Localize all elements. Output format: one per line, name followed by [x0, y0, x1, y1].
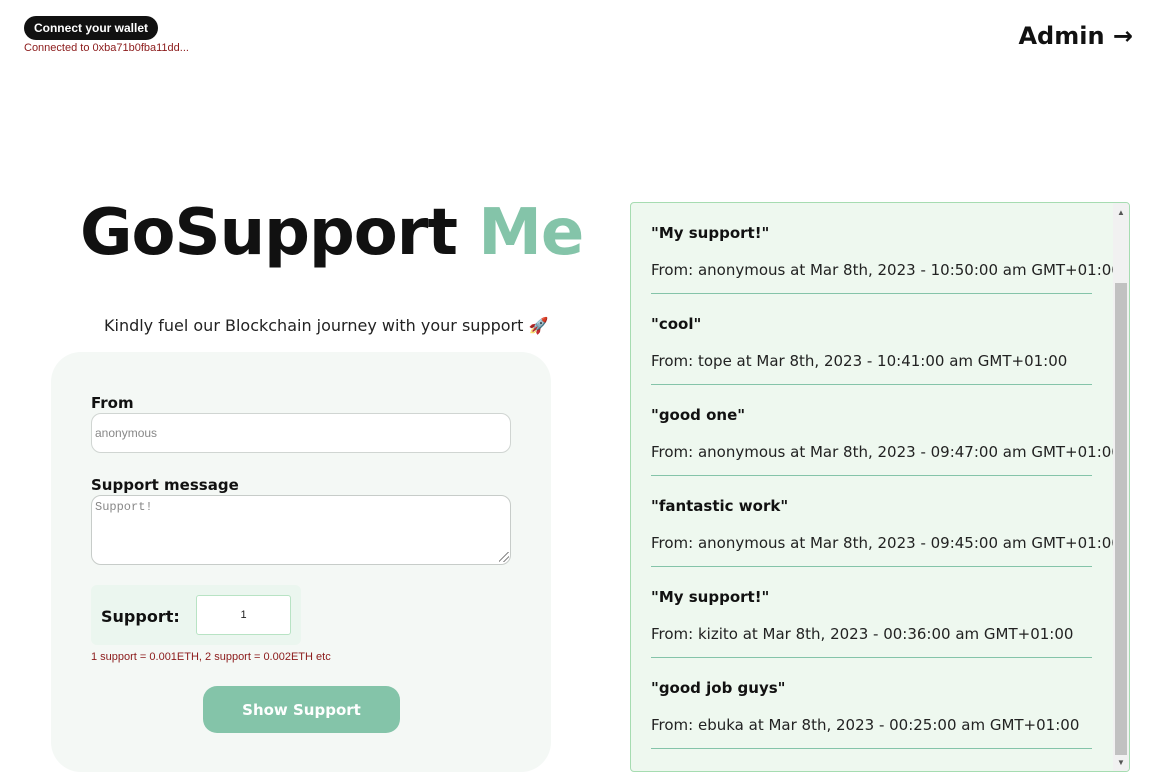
- feed-message: "My support!": [651, 588, 770, 606]
- admin-link[interactable]: Admin →: [1018, 22, 1133, 50]
- feed-item: "My support!" From: anonymous at Mar 8th…: [651, 203, 1121, 294]
- feed-sender: From: anonymous at Mar 8th, 2023 - 10:50…: [651, 261, 1121, 279]
- connect-wallet-button[interactable]: Connect your wallet: [24, 16, 158, 40]
- feed-item: "fantastic work" From: anonymous at Mar …: [651, 476, 1121, 567]
- connection-status: Connected to 0xba71b0fba11dd...: [24, 42, 189, 54]
- feed-item: "good one" From: anonymous at Mar 8th, 2…: [651, 385, 1121, 476]
- feed-message: "good job guys": [651, 679, 786, 697]
- support-amount-input[interactable]: [196, 595, 291, 635]
- scroll-up-icon[interactable]: ▲: [1113, 205, 1129, 219]
- support-form: From Support message Support: 1 support …: [51, 352, 551, 772]
- message-label: Support message: [91, 476, 239, 494]
- title-main: GoSupport: [80, 196, 458, 270]
- show-support-button[interactable]: Show Support: [203, 686, 400, 733]
- feed-message: "fantastic work": [651, 497, 789, 515]
- scroll-down-icon[interactable]: ▼: [1113, 755, 1129, 769]
- support-amount-box: Support:: [91, 585, 301, 645]
- tagline-text: Kindly fuel our Blockchain journey with …: [104, 316, 524, 335]
- feed-message: "cool": [651, 315, 702, 333]
- feed-sender: From: anonymous at Mar 8th, 2023 - 09:47…: [651, 443, 1121, 461]
- supporters-feed[interactable]: "My support!" From: anonymous at Mar 8th…: [630, 202, 1130, 772]
- support-label: Support:: [101, 607, 180, 626]
- feed-item: "My support!" From: kizito at Mar 8th, 2…: [651, 567, 1092, 658]
- support-message-input[interactable]: [91, 495, 511, 565]
- from-input[interactable]: [91, 413, 511, 453]
- feed-item: "good job guys" From: ebuka at Mar 8th, …: [651, 658, 1092, 749]
- feed-message: "good one": [651, 406, 746, 424]
- from-label: From: [91, 394, 134, 412]
- feed-sender: From: anonymous at Mar 8th, 2023 - 09:45…: [651, 534, 1121, 552]
- feed-message: "My support!": [651, 224, 770, 242]
- feed-item: "cool" From: tope at Mar 8th, 2023 - 10:…: [651, 294, 1092, 385]
- feed-sender: From: ebuka at Mar 8th, 2023 - 00:25:00 …: [651, 716, 1080, 734]
- scrollbar-thumb[interactable]: [1115, 283, 1127, 755]
- rocket-icon: 🚀: [528, 316, 549, 335]
- feed-sender: From: tope at Mar 8th, 2023 - 10:41:00 a…: [651, 352, 1068, 370]
- resize-handle-icon[interactable]: [499, 552, 509, 562]
- rate-note: 1 support = 0.001ETH, 2 support = 0.002E…: [91, 651, 331, 663]
- tagline: Kindly fuel our Blockchain journey with …: [104, 316, 548, 335]
- page-title: GoSupport Me: [80, 196, 584, 270]
- feed-scrollbar[interactable]: ▲ ▼: [1113, 203, 1129, 771]
- title-accent: Me: [478, 196, 584, 270]
- feed-list: "My support!" From: anonymous at Mar 8th…: [651, 203, 1121, 749]
- feed-sender: From: kizito at Mar 8th, 2023 - 00:36:00…: [651, 625, 1074, 643]
